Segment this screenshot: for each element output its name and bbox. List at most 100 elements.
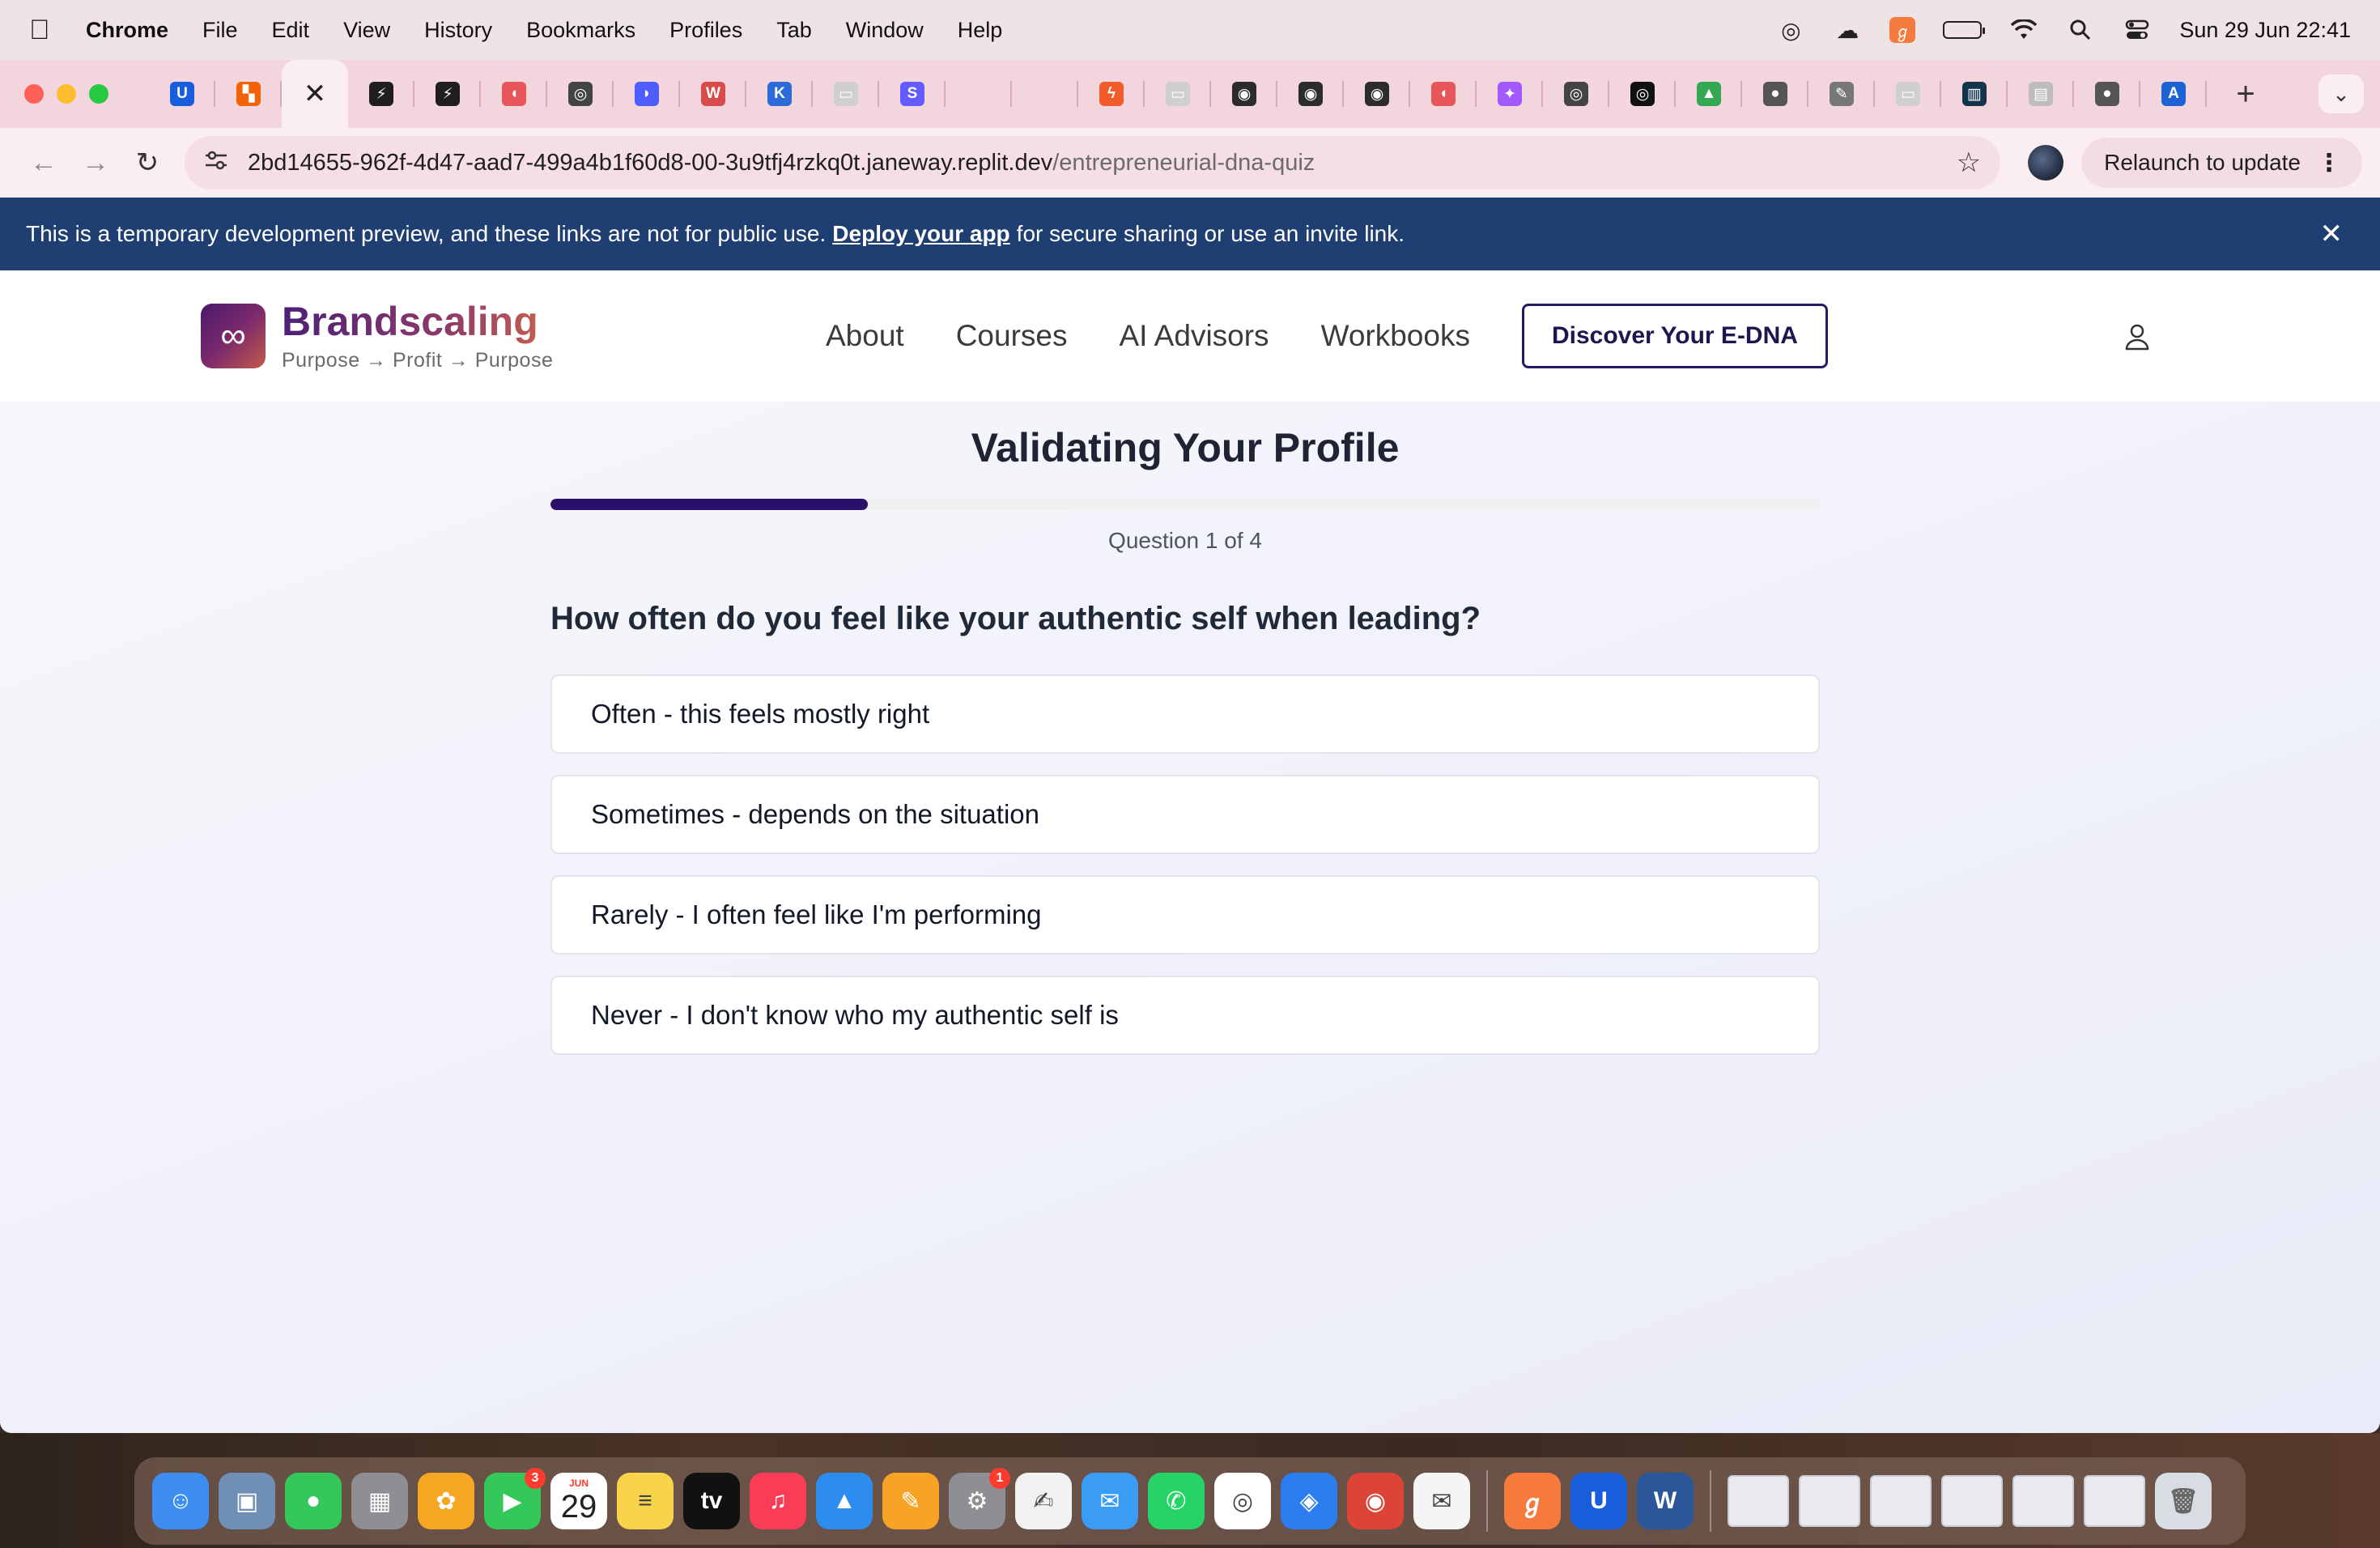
app-status-icon[interactable]: ℊ — [1889, 17, 1916, 43]
close-window-button[interactable] — [24, 84, 44, 104]
mail-icon[interactable]: ✉ — [1082, 1473, 1138, 1529]
browser-tab[interactable]: ▚ — [215, 60, 282, 128]
brand-logo-icon[interactable]: ∞ — [201, 304, 266, 368]
browser-tab[interactable]: ▲ — [1676, 60, 1742, 128]
control-center-icon[interactable] — [2123, 15, 2152, 45]
zoom-window-button[interactable] — [89, 84, 108, 104]
chatgpt-status-icon[interactable]: ◎ — [1776, 15, 1805, 45]
brand-block[interactable]: Brandscaling Purpose → Profit → Purpose — [282, 300, 553, 372]
reload-button[interactable]: ↻ — [121, 147, 173, 179]
whatsapp-icon[interactable]: ✆ — [1148, 1473, 1205, 1529]
browser-tab[interactable]: ▤ — [2008, 60, 2074, 128]
browser-tab[interactable]: U — [149, 60, 215, 128]
nav-ai-advisors[interactable]: AI Advisors — [1119, 319, 1269, 353]
music-icon[interactable]: ♫ — [750, 1473, 806, 1529]
browser-tab[interactable]: ▭ — [813, 60, 879, 128]
menu-view[interactable]: View — [343, 18, 390, 43]
site-settings-icon[interactable] — [204, 150, 236, 176]
chrome-menu-icon[interactable]: ⋮ — [2317, 149, 2341, 177]
browser-tab[interactable]: ◉ — [1277, 60, 1344, 128]
browser-tab[interactable]: ▭ — [1875, 60, 1941, 128]
minimize-window-button[interactable] — [57, 84, 76, 104]
scrivener-icon[interactable]: ✍ — [1015, 1473, 1072, 1529]
menu-app-name[interactable]: Chrome — [86, 18, 168, 43]
relaunch-button[interactable]: Relaunch to update ⋮ — [2081, 138, 2362, 188]
menu-profiles[interactable]: Profiles — [669, 18, 742, 43]
minimized-window-thumbnail[interactable] — [1728, 1475, 1789, 1527]
settings-icon[interactable]: ⚙ 1 — [949, 1468, 1010, 1529]
browser-tab[interactable]: ◉ — [1211, 60, 1277, 128]
browser-tab[interactable]: ▭ — [1145, 60, 1211, 128]
tab-active[interactable]: ✕ — [282, 60, 348, 128]
photos-icon[interactable]: ✿ — [418, 1473, 474, 1529]
browser-tab[interactable]: ⚡ — [348, 60, 414, 128]
preview-icon[interactable]: ▣ — [219, 1473, 275, 1529]
menu-history[interactable]: History — [424, 18, 492, 43]
word-icon[interactable]: W — [1637, 1473, 1694, 1529]
app-icon[interactable]: ℊ — [1504, 1473, 1561, 1529]
trash-icon[interactable]: 🗑 — [2155, 1473, 2212, 1529]
bitwarden-icon[interactable]: U — [1570, 1473, 1627, 1529]
new-tab-button[interactable]: + — [2221, 76, 2270, 113]
tv-icon[interactable]: tv — [683, 1473, 740, 1529]
browser-tab[interactable]: S — [879, 60, 946, 128]
back-button[interactable]: ← — [18, 147, 70, 179]
browser-tab[interactable]: W — [680, 60, 746, 128]
browser-tab[interactable]: ◖ — [1410, 60, 1477, 128]
keynote-icon[interactable]: ▲ — [816, 1473, 873, 1529]
menu-bookmarks[interactable]: Bookmarks — [526, 18, 635, 43]
browser-tab[interactable]: ✦ — [1477, 60, 1543, 128]
messages-icon[interactable]: ● — [285, 1473, 342, 1529]
browser-tab[interactable]: A — [2140, 60, 2207, 128]
facetime-icon[interactable]: ▶ 3 — [484, 1468, 546, 1529]
browser-tab[interactable]: K — [746, 60, 813, 128]
bookmark-star-icon[interactable]: ☆ — [1957, 147, 1981, 179]
address-bar[interactable]: 2bd14655-962f-4d47-aad7-499a4b1f60d8-00-… — [185, 136, 2001, 189]
profile-avatar[interactable] — [2028, 145, 2064, 181]
minimized-window-thumbnail[interactable] — [2084, 1475, 2145, 1527]
cloud-sync-icon[interactable]: ☁ — [1833, 15, 1862, 45]
apple-icon[interactable]:  — [29, 15, 62, 46]
forward-button[interactable]: → — [70, 147, 121, 179]
browser-tab[interactable]: ◎ — [1543, 60, 1609, 128]
answer-option-often[interactable]: Often - this feels mostly right — [550, 674, 1820, 754]
nav-courses[interactable]: Courses — [956, 319, 1068, 353]
nav-about[interactable]: About — [826, 319, 904, 353]
answer-option-rarely[interactable]: Rarely - I often feel like I'm performin… — [550, 875, 1820, 955]
browser-tab[interactable]: ◉ — [1344, 60, 1410, 128]
finder-icon[interactable]: ☺ — [152, 1473, 209, 1529]
deploy-app-link[interactable]: Deploy your app — [832, 221, 1009, 247]
browser-tab[interactable]: ● — [2074, 60, 2140, 128]
browser-tab[interactable] — [946, 60, 1012, 128]
banner-close-icon[interactable]: ✕ — [2320, 218, 2355, 250]
menu-help[interactable]: Help — [958, 18, 1003, 43]
browser-tab[interactable]: ◎ — [547, 60, 614, 128]
browser-tab[interactable]: ϟ — [1078, 60, 1145, 128]
browser-tab[interactable]: ● — [1742, 60, 1808, 128]
spotlight-search-icon[interactable] — [2066, 15, 2095, 45]
browser-tab[interactable]: ◎ — [1609, 60, 1676, 128]
minimized-window-thumbnail[interactable] — [1799, 1475, 1860, 1527]
menu-edit[interactable]: Edit — [272, 18, 310, 43]
browser-tab[interactable]: ▥ — [1941, 60, 2008, 128]
user-account-icon[interactable] — [2121, 321, 2153, 353]
mailer-icon[interactable]: ✉ — [1413, 1473, 1470, 1529]
answer-option-never[interactable]: Never - I don't know who my authentic se… — [550, 976, 1820, 1055]
wifi-icon[interactable] — [2009, 15, 2038, 45]
answer-option-sometimes[interactable]: Sometimes - depends on the situation — [550, 775, 1820, 854]
notes-icon[interactable]: ≡ — [617, 1473, 674, 1529]
battery-icon[interactable] — [1943, 21, 1986, 39]
chrome-icon[interactable]: ◉ — [1347, 1473, 1404, 1529]
calendar-icon[interactable]: JUN 29 — [550, 1473, 607, 1529]
browser-tab[interactable]: ✎ — [1808, 60, 1875, 128]
nav-workbooks[interactable]: Workbooks — [1321, 319, 1470, 353]
pages-icon[interactable]: ✎ — [882, 1473, 939, 1529]
menubar-clock[interactable]: Sun 29 Jun 22:41 — [2179, 18, 2351, 43]
tab-search-button[interactable]: ⌄ — [2318, 74, 2364, 113]
browser-tab[interactable]: ◗ — [614, 60, 680, 128]
menu-tab[interactable]: Tab — [776, 18, 812, 43]
chatgpt-icon[interactable]: ◎ — [1214, 1473, 1271, 1529]
launchpad-icon[interactable]: ▦ — [351, 1473, 408, 1529]
close-icon[interactable]: ✕ — [304, 78, 327, 110]
minimized-window-thumbnail[interactable] — [1941, 1475, 2003, 1527]
